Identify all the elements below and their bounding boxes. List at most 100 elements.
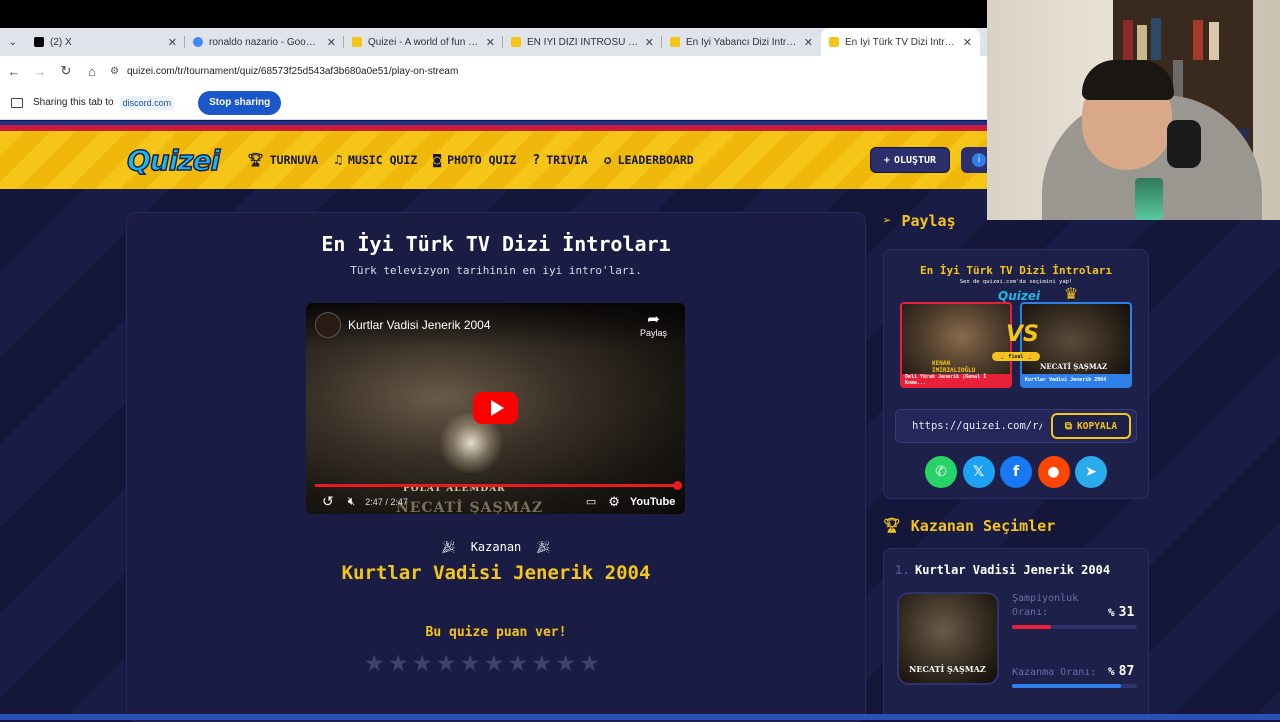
info-button[interactable]: i	[961, 147, 987, 173]
champion-rate-number: 31	[1118, 605, 1135, 620]
star-icon[interactable]: ★	[531, 652, 552, 676]
play-button[interactable]	[473, 392, 518, 424]
star-icon[interactable]: ★	[436, 652, 457, 676]
sharing-domain: discord.com	[119, 95, 175, 110]
win-rate-bar	[1012, 684, 1137, 688]
champion-rate-value: % 31	[1108, 605, 1134, 620]
star-icon[interactable]: ★	[508, 652, 529, 676]
reload-icon[interactable]: ↻	[54, 63, 78, 79]
share-heading: ➢ Paylaş	[883, 212, 956, 230]
star-icon[interactable]: ★	[364, 652, 385, 676]
nav-turnuva[interactable]: 🏆︎ TURNUVA	[247, 153, 318, 168]
tab-title: ronaldo nazario - Google'da Ara	[209, 36, 321, 48]
share-arrow-icon: ➦	[647, 311, 660, 328]
video-title[interactable]: Kurtlar Vadisi Jenerik 2004	[348, 318, 491, 332]
music-icon: ♫	[334, 152, 343, 168]
nav-leaderboard[interactable]: ✪ LEADERBOARD	[604, 153, 694, 168]
share-heading-text: Paylaş	[901, 212, 956, 230]
browser-tab-strip: ⌄ (2) X ✕ ronaldo nazario - Google'da Ara…	[0, 28, 987, 56]
tab-favicon-google-icon	[193, 37, 203, 47]
champion-rate-bar	[1012, 625, 1137, 629]
winner-label-text: Kazanan	[470, 540, 522, 554]
close-tab-icon[interactable]: ✕	[963, 36, 972, 49]
telegram-icon[interactable]: ➤	[1075, 456, 1107, 488]
question-icon: ?	[532, 152, 541, 168]
muted-volume-icon[interactable]: 🔇︎	[348, 494, 356, 509]
copy-icon: ⧉	[1064, 420, 1073, 432]
close-tab-icon[interactable]: ✕	[327, 36, 336, 49]
tab-sharing-bar: Sharing this tab to discord.com Stop sha…	[0, 86, 987, 120]
star-icon[interactable]: ★	[484, 652, 505, 676]
star-rating: ★ ★ ★ ★ ★ ★ ★ ★ ★ ★	[364, 652, 603, 676]
home-icon[interactable]: ⌂	[80, 64, 104, 79]
close-tab-icon[interactable]: ✕	[168, 36, 177, 49]
browser-tab[interactable]: En İyi Yabancı Dizi İntrosu - Tier List ✕	[662, 28, 821, 56]
winner-choices-heading: 🏆︎ Kazanan Seçimler	[883, 517, 1055, 535]
star-icon[interactable]: ★	[460, 652, 481, 676]
crown-icon: ♛	[1064, 284, 1079, 303]
copy-link-button[interactable]: ⧉ KOPYALA	[1051, 413, 1131, 439]
close-tab-icon[interactable]: ✕	[804, 36, 813, 49]
forward-arrow-icon[interactable]: →	[28, 64, 52, 79]
url-text: quizei.com/tr/tournament/quiz/68573f25d5…	[126, 65, 459, 77]
tab-favicon-quizei-icon	[511, 37, 521, 47]
tab-title: En İyi Yabancı Dizi İntrosu - Tier List	[686, 36, 798, 48]
share-preview-subtitle: Sen de quizei.com'da seçimini yap!	[959, 279, 1073, 285]
plus-icon: +	[883, 154, 890, 166]
quiz-title: En İyi Türk TV Dizi İntroları	[321, 232, 671, 256]
reddit-icon[interactable]: ●	[1037, 456, 1070, 488]
winner-name: Kurtlar Vadisi Jenerik 2004	[341, 562, 651, 584]
subtitles-icon[interactable]: ▭	[586, 495, 596, 508]
channel-avatar[interactable]	[315, 312, 341, 338]
star-icon[interactable]: ★	[388, 652, 409, 676]
stop-sharing-button[interactable]: Stop sharing	[198, 90, 282, 115]
browser-tab-active[interactable]: En İyi Türk TV Dizi İntroları ✕	[821, 28, 980, 56]
replay-icon[interactable]: ↺	[322, 493, 334, 510]
winner-label: 🎉︎ Kazanan 🎉︎	[126, 540, 866, 554]
create-button[interactable]: + OLUŞTUR	[870, 147, 950, 173]
nav-label: PHOTO QUIZ	[447, 153, 517, 167]
percent-sign: %	[1108, 665, 1115, 678]
rank-number: 1.	[895, 563, 910, 577]
winner-choices-heading-text: Kazanan Seçimler	[910, 517, 1056, 535]
rank-image-caption: NECATİ ŞAŞMAZ	[909, 664, 986, 674]
browser-tab[interactable]: (2) X ✕	[26, 28, 185, 56]
header-accent-stripe	[0, 121, 987, 131]
close-tab-icon[interactable]: ✕	[645, 36, 654, 49]
microphone	[1135, 178, 1163, 220]
tab-favicon-quizei-icon	[352, 37, 362, 47]
tab-title: (2) X	[50, 36, 72, 48]
star-icon[interactable]: ★	[555, 652, 576, 676]
versus-badge: VS	[1006, 322, 1039, 347]
x-twitter-icon[interactable]: 𝕏	[962, 456, 995, 488]
browser-tab[interactable]: EN İYİ DİZİ İNTROSU - Tier List ✕	[503, 28, 662, 56]
address-bar-row: ← → ↻ ⌂ ⚙ quizei.com/tr/tournament/quiz/6…	[0, 56, 987, 86]
youtube-video-player[interactable]: Kurtlar Vadisi Jenerik 2004 ➦ Paylaş POLA…	[306, 303, 685, 514]
star-icon[interactable]: ★	[412, 652, 433, 676]
close-tab-icon[interactable]: ✕	[486, 36, 495, 49]
champion-rate-fill	[1012, 625, 1051, 629]
tab-search-dropdown-icon[interactable]: ⌄	[0, 29, 26, 55]
settings-gear-icon[interactable]: ⚙	[608, 494, 620, 510]
whatsapp-icon[interactable]: ✆	[925, 456, 957, 488]
star-icon[interactable]: ★	[579, 652, 600, 676]
url-field[interactable]: ⚙ quizei.com/tr/tournament/quiz/68573f25d…	[110, 66, 458, 77]
info-icon: i	[972, 153, 986, 167]
sharing-label: Sharing this tab to	[33, 97, 114, 108]
video-progress-bar[interactable]	[315, 484, 677, 487]
share-link-text: https://quizei.com/r/6857	[912, 420, 1042, 432]
nav-photo-quiz[interactable]: ◙ PHOTO QUIZ	[433, 153, 516, 168]
site-logo[interactable]: Quizei	[126, 143, 221, 178]
youtube-logo[interactable]: YouTube	[630, 496, 675, 508]
back-arrow-icon[interactable]: ←	[2, 64, 26, 79]
nav-trivia[interactable]: ? TRIVIA	[532, 153, 587, 168]
nav-music-quiz[interactable]: ♫ MUSIC QUIZ	[334, 153, 417, 168]
bottom-accent-bar	[0, 714, 1280, 720]
nav-label: TURNUVA	[269, 153, 319, 167]
facebook-icon[interactable]: f	[1000, 456, 1032, 488]
video-share-button[interactable]: ➦ Paylaş	[640, 311, 667, 339]
site-info-icon[interactable]: ⚙	[110, 66, 119, 77]
browser-tab[interactable]: ronaldo nazario - Google'da Ara ✕	[185, 28, 344, 56]
webcam-overlay	[987, 0, 1280, 220]
browser-tab[interactable]: Quizei - A world of fun and interactive …	[344, 28, 503, 56]
